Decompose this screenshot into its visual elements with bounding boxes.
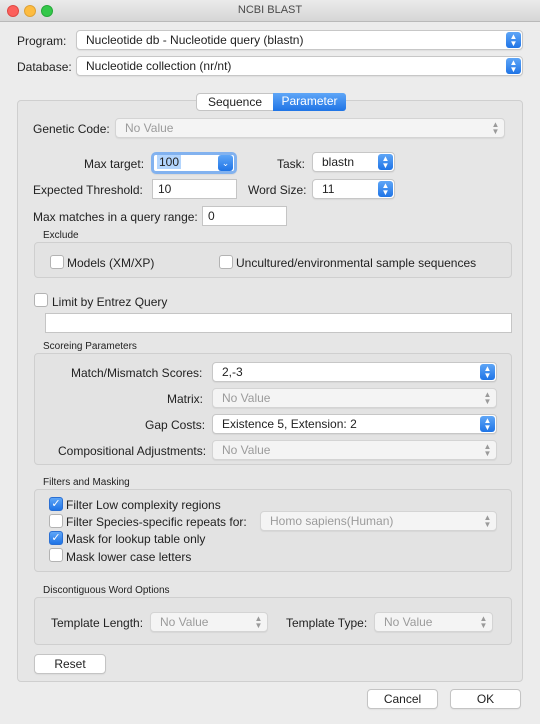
tab-sequence[interactable]: Sequence [197, 94, 273, 112]
match-mismatch-value: 2,-3 [222, 365, 243, 379]
template-type-value: No Value [384, 615, 433, 629]
entrez-label: Limit by Entrez Query [52, 295, 168, 309]
max-target-value: 100 [157, 155, 182, 169]
genetic-code-value: No Value [125, 121, 174, 135]
models-checkbox[interactable] [50, 255, 64, 269]
expected-threshold-field[interactable]: 10 [152, 179, 237, 199]
mask-lookup-label: Mask for lookup table only [66, 532, 206, 546]
matrix-select[interactable]: No Value ▲ ▼ [212, 388, 497, 408]
expected-threshold-label: Expected Threshold: [33, 183, 143, 197]
ok-button[interactable]: OK [450, 689, 521, 709]
updown-chevron-icon: ▲ ▼ [479, 614, 488, 630]
updown-chevron-icon: ▲ ▼ [483, 390, 492, 406]
genetic-code-label: Genetic Code: [33, 122, 110, 136]
updown-chevron-icon: ▲ ▼ [506, 32, 521, 48]
updown-chevron-icon: ▲ ▼ [483, 513, 492, 529]
updown-chevron-icon: ▲ ▼ [254, 614, 263, 630]
program-value: Nucleotide db - Nucleotide query (blastn… [86, 33, 304, 47]
updown-chevron-icon: ▲ ▼ [483, 442, 492, 458]
template-length-label: Template Length: [51, 616, 144, 630]
gap-costs-label: Gap Costs: [145, 418, 206, 432]
word-size-value: 11 [322, 182, 335, 196]
low-complexity-checkbox[interactable]: ✓ [49, 497, 63, 511]
entrez-checkbox[interactable] [34, 293, 48, 307]
updown-chevron-icon: ▲ ▼ [480, 416, 495, 432]
updown-chevron-icon: ▲ ▼ [506, 58, 521, 74]
genetic-code-select[interactable]: No Value ▲ ▼ [115, 118, 505, 138]
updown-chevron-icon: ▲ ▼ [378, 154, 393, 170]
low-complexity-label: Filter Low complexity regions [66, 498, 221, 512]
gap-costs-select[interactable]: Existence 5, Extension: 2 ▲ ▼ [212, 414, 497, 434]
chevron-down-icon[interactable]: ⌄ [218, 155, 233, 171]
template-length-value: No Value [160, 615, 209, 629]
compositional-label: Compositional Adjustments: [58, 444, 207, 458]
mask-lookup-checkbox[interactable]: ✓ [49, 531, 63, 545]
max-matches-field[interactable]: 0 [202, 206, 287, 226]
template-type-select[interactable]: No Value ▲ ▼ [374, 612, 493, 632]
title-bar: NCBI BLAST [0, 0, 540, 22]
exclude-section-title: Exclude [43, 230, 79, 241]
species-value: Homo sapiens(Human) [270, 514, 394, 528]
max-matches-label: Max matches in a query range: [33, 210, 198, 224]
task-select[interactable]: blastn ▲ ▼ [312, 152, 395, 172]
database-value: Nucleotide collection (nr/nt) [86, 59, 232, 73]
match-mismatch-select[interactable]: 2,-3 ▲ ▼ [212, 362, 497, 382]
program-label: Program: [17, 34, 67, 48]
filters-section-title: Filters and Masking [43, 477, 130, 488]
database-label: Database: [17, 60, 72, 74]
task-value: blastn [322, 155, 355, 169]
uncultured-checkbox[interactable] [219, 255, 233, 269]
word-size-select[interactable]: 11 ▲ ▼ [312, 179, 395, 199]
matrix-label: Matrix: [167, 392, 203, 406]
matrix-value: No Value [222, 391, 271, 405]
compositional-select[interactable]: No Value ▲ ▼ [212, 440, 497, 460]
word-size-label: Word Size: [248, 183, 307, 197]
discontiguous-section-title: Discontiguous Word Options [43, 585, 170, 596]
uncultured-label: Uncultured/environmental sample sequence… [236, 256, 477, 270]
models-label: Models (XM/XP) [67, 256, 155, 270]
scoring-section-title: Scoreing Parameters [43, 341, 137, 352]
program-select[interactable]: Nucleotide db - Nucleotide query (blastn… [76, 30, 523, 50]
species-repeats-checkbox[interactable] [49, 514, 63, 528]
mask-lower-checkbox[interactable] [49, 548, 63, 562]
compositional-value: No Value [222, 443, 271, 457]
cancel-button[interactable]: Cancel [367, 689, 438, 709]
mask-lower-label: Mask lower case letters [66, 550, 192, 564]
entrez-query-field[interactable] [45, 313, 512, 333]
tab-segmented-control: Sequence Parameter [196, 93, 346, 111]
updown-chevron-icon: ▲ ▼ [491, 120, 500, 136]
template-type-label: Template Type: [286, 616, 368, 630]
reset-button[interactable]: Reset [34, 654, 106, 674]
max-target-combo[interactable]: 100 ⌄ [151, 152, 237, 174]
max-target-label: Max target: [84, 157, 145, 171]
tab-parameter[interactable]: Parameter [273, 93, 346, 111]
template-length-select[interactable]: No Value ▲ ▼ [150, 612, 268, 632]
gap-costs-value: Existence 5, Extension: 2 [222, 417, 357, 431]
max-matches-value: 0 [208, 209, 215, 223]
species-select[interactable]: Homo sapiens(Human) ▲ ▼ [260, 511, 497, 531]
window-title: NCBI BLAST [237, 4, 303, 16]
database-select[interactable]: Nucleotide collection (nr/nt) ▲ ▼ [76, 56, 523, 76]
task-label: Task: [277, 157, 306, 171]
match-mismatch-label: Match/Mismatch Scores: [71, 366, 203, 380]
species-repeats-label: Filter Species-specific repeats for: [66, 515, 247, 529]
updown-chevron-icon: ▲ ▼ [480, 364, 495, 380]
expected-threshold-value: 10 [158, 182, 172, 196]
updown-chevron-icon: ▲ ▼ [378, 181, 393, 197]
